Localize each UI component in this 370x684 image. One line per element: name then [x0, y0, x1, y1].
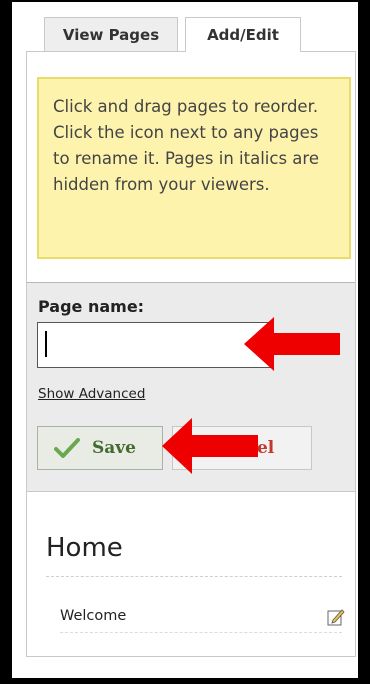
section-title-home: Home [46, 533, 123, 563]
instructions-note: Click and drag pages to reorder. Click t… [37, 77, 351, 259]
page-name-label: Page name: [38, 297, 145, 316]
save-button-label: Save [92, 438, 136, 458]
show-advanced-link[interactable]: Show Advanced [38, 386, 145, 402]
red-arrow-icon [162, 418, 258, 474]
text-cursor [45, 331, 47, 357]
page-list-item[interactable]: Welcome [60, 608, 126, 624]
section-divider [46, 576, 342, 577]
checkmark-icon [54, 438, 80, 458]
page-name-input[interactable] [37, 322, 272, 368]
tab-add-edit[interactable]: Add/Edit [185, 17, 301, 52]
tab-view-pages[interactable]: View Pages [44, 17, 178, 51]
red-arrow-icon [244, 317, 340, 371]
item-divider [60, 632, 342, 633]
save-button[interactable]: Save [37, 426, 163, 470]
pencil-edit-icon[interactable] [327, 608, 345, 626]
